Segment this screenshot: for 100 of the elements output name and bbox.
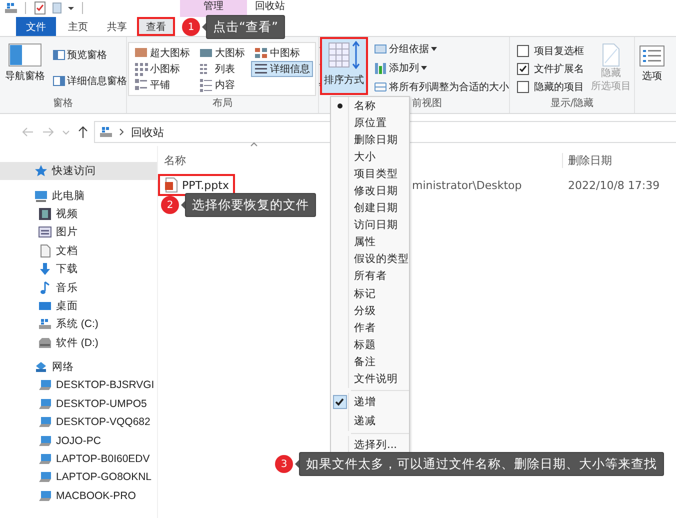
nav-item[interactable]: LAPTOP-GO8OKNL xyxy=(0,468,157,487)
details-list-icon xyxy=(254,62,268,76)
group-label: 布局 xyxy=(212,98,232,109)
window-title: 回收站 xyxy=(255,0,285,13)
layout-option[interactable]: 中图标 xyxy=(251,45,313,61)
menu-item[interactable]: 大小 xyxy=(331,148,409,166)
layout-option[interactable]: 详细信息 xyxy=(251,61,313,77)
nav-item[interactable]: DESKTOP-UMPO5 xyxy=(0,394,157,414)
checkbox-label: 隐藏的项目 xyxy=(534,80,584,94)
view-button[interactable]: 添加列 xyxy=(371,59,512,77)
menu-item[interactable]: 递减 xyxy=(331,412,409,431)
picture-icon xyxy=(38,225,52,240)
menu-item[interactable]: 创建日期 xyxy=(331,200,409,217)
menu-item[interactable]: 原位置 xyxy=(331,114,409,132)
menu-item[interactable]: 修改日期 xyxy=(331,182,409,200)
nav-item[interactable]: LAPTOP-B0I60EDV xyxy=(0,450,157,468)
menu-item[interactable]: 分级 xyxy=(331,302,409,320)
menu-item[interactable]: 标题 xyxy=(331,336,409,354)
film-icon xyxy=(38,206,52,221)
sort-by-button[interactable]: 排序方式 xyxy=(320,37,368,95)
nav-item[interactable]: 下载 xyxy=(0,260,157,278)
breadcrumb[interactable]: 回收站 xyxy=(131,124,164,140)
step-badge: 3 xyxy=(275,455,293,473)
checkbox-label: 项目复选框 xyxy=(534,44,584,58)
nav-item[interactable]: MACBOOK-PRO xyxy=(0,486,157,506)
menu-item[interactable]: 项目类型 xyxy=(331,165,409,182)
grid-icon xyxy=(254,46,268,60)
view-button[interactable]: 将所有列调整为合适的大小 xyxy=(371,78,512,96)
nav-item[interactable]: JOJO-PC xyxy=(0,431,157,450)
computer-icon xyxy=(38,470,52,484)
layout-option[interactable]: 平铺 xyxy=(131,77,193,93)
layout-option[interactable]: 小图标 xyxy=(131,61,193,77)
checkbox-label: 文件扩展名 xyxy=(534,62,584,76)
checkbox[interactable] xyxy=(517,44,529,56)
menu-item[interactable]: 作者 xyxy=(331,319,409,336)
up-arrow-icon xyxy=(78,126,88,138)
nav-item[interactable]: 网络 xyxy=(0,358,157,376)
menu-item[interactable]: 文件说明 xyxy=(331,370,409,388)
options-button[interactable]: 选项 xyxy=(636,40,668,92)
network-icon xyxy=(34,360,48,374)
ribbon-tab[interactable]: 主页 xyxy=(59,17,97,36)
drive-icon xyxy=(4,0,18,14)
computer-icon xyxy=(38,488,52,503)
nav-item[interactable]: DESKTOP-BJSRVGI xyxy=(0,376,157,395)
list-icon xyxy=(199,78,213,92)
nav-item[interactable]: 此电脑 xyxy=(0,186,157,205)
menu-item[interactable]: 所有者 xyxy=(331,268,409,286)
checkmark-icon xyxy=(519,64,527,72)
pane-layout-icon xyxy=(8,43,42,67)
layout-option[interactable]: 列表 xyxy=(196,61,248,77)
group-label: 前视图 xyxy=(412,98,442,109)
document-check-icon xyxy=(33,0,47,14)
layout-option[interactable]: 大图标 xyxy=(196,45,248,61)
view-button[interactable]: 分组依据 xyxy=(371,40,512,58)
drive-icon xyxy=(38,336,52,350)
nav-item[interactable]: 快速访问 xyxy=(0,162,157,180)
checkbox[interactable] xyxy=(517,62,529,74)
nav-item[interactable]: 视频 xyxy=(0,204,157,224)
group-label: 显示/隐藏 xyxy=(550,98,594,109)
layout-option[interactable]: 超大图标 xyxy=(131,45,193,61)
ribbon-tab[interactable]: 共享 xyxy=(98,17,136,36)
menu-item[interactable]: 删除日期 xyxy=(331,131,409,148)
nav-item[interactable]: 软件 (D:) xyxy=(0,334,157,352)
nav-item[interactable]: 文档 xyxy=(0,242,157,260)
blank-page-icon xyxy=(601,43,621,67)
grid-icon xyxy=(134,62,148,76)
checkbox[interactable] xyxy=(517,80,529,92)
file-menu-tab[interactable]: 文件 xyxy=(16,17,56,36)
menu-item[interactable]: 名称 xyxy=(331,97,409,114)
context-tab-group: 管理 xyxy=(180,0,247,17)
computer-icon xyxy=(38,378,52,392)
ribbon-tab[interactable]: 查看 xyxy=(137,17,175,36)
nav-item[interactable]: DESKTOP-VQQ682 xyxy=(0,413,157,432)
nav-item[interactable]: 系统 (C:) xyxy=(0,315,157,334)
menu-item[interactable]: 属性 xyxy=(331,234,409,251)
menu-item[interactable]: 备注 xyxy=(331,353,409,370)
step-badge: 1 xyxy=(182,18,200,36)
navigation-pane-button[interactable]: 导航窗格 xyxy=(2,40,48,92)
computer-icon xyxy=(38,434,52,448)
address-bar[interactable]: 回收站 xyxy=(94,121,323,143)
step-badge: 2 xyxy=(161,196,179,214)
sort-grid-icon xyxy=(327,41,361,69)
column-header[interactable]: 删除日期 xyxy=(568,154,612,167)
nav-item[interactable]: 桌面 xyxy=(0,296,157,316)
menu-item[interactable]: 递增 xyxy=(331,392,409,412)
fit-columns-icon xyxy=(374,81,387,93)
menu-item[interactable]: 标记 xyxy=(331,285,409,302)
details-pane-icon xyxy=(53,76,65,86)
download-icon xyxy=(38,262,52,276)
menu-item[interactable]: 假设的类型 xyxy=(331,250,409,268)
back-arrow-icon xyxy=(22,127,34,137)
nav-item[interactable]: 图片 xyxy=(0,223,157,242)
nav-item[interactable]: 音乐 xyxy=(0,278,157,297)
column-header[interactable]: 名称 xyxy=(164,154,186,167)
computer-icon xyxy=(38,415,52,430)
star-icon xyxy=(34,164,48,178)
layout-option[interactable]: 内容 xyxy=(196,77,248,93)
menu-item[interactable]: 访问日期 xyxy=(331,216,409,234)
computer-icon xyxy=(38,452,52,466)
document-icon xyxy=(38,244,52,258)
